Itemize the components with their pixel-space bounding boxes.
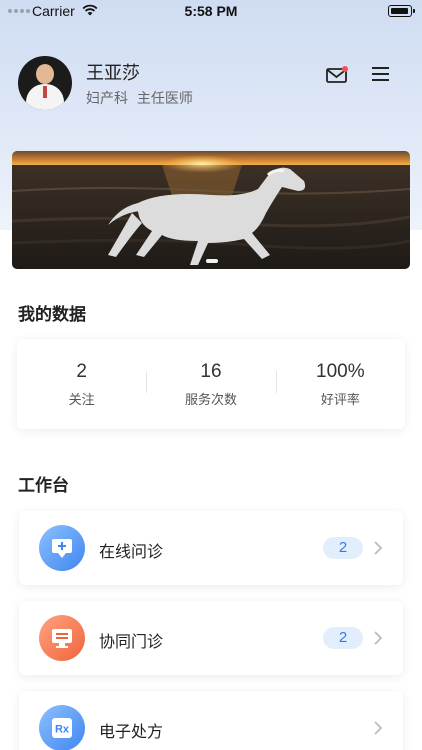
- count-badge: 2: [323, 537, 363, 559]
- carousel-indicator[interactable]: [206, 259, 218, 263]
- avatar[interactable]: [18, 56, 72, 110]
- workbench-title: 工作台: [18, 476, 69, 496]
- stat-value: 16: [200, 361, 222, 382]
- stat-service-count[interactable]: 16 服务次数: [146, 339, 275, 429]
- stats-card: 2 关注 16 服务次数 100% 好评率: [17, 339, 405, 429]
- doctor-department: 妇产科: [86, 91, 128, 107]
- mail-icon[interactable]: [326, 66, 348, 84]
- status-time: 5:58 PM: [184, 3, 238, 19]
- stat-label: 服务次数: [184, 393, 237, 408]
- stat-value: 2: [76, 361, 87, 382]
- avatar-head: [36, 64, 54, 84]
- menu-icon[interactable]: [372, 66, 390, 82]
- count-badge: 2: [323, 627, 363, 649]
- chevron-right-icon: [374, 721, 383, 735]
- doctor-title: 妇产科 主任医师: [86, 88, 193, 108]
- workbench-item-label: 协同门诊: [99, 632, 164, 651]
- banner-image: [12, 151, 410, 269]
- doctor-position: 主任医师: [136, 91, 193, 107]
- status-bar: Carrier 5:58 PM: [0, 0, 422, 24]
- avatar-tie: [43, 86, 47, 98]
- prescription-icon: Rx: [39, 705, 85, 750]
- banner-carousel[interactable]: [12, 151, 410, 269]
- chevron-right-icon: [374, 541, 383, 555]
- workbench-item-label: 在线问诊: [99, 542, 164, 561]
- stat-follow[interactable]: 2 关注: [17, 339, 146, 429]
- stat-value: 100%: [316, 361, 365, 382]
- workbench-item-prescription[interactable]: Rx 电子处方: [19, 691, 403, 750]
- online-consult-icon: [39, 525, 85, 571]
- doctor-name: 王亚莎: [86, 63, 140, 84]
- clinic-icon: [39, 615, 85, 661]
- chevron-right-icon: [374, 631, 383, 645]
- stat-label: 关注: [68, 393, 95, 408]
- workbench-item-online-consult[interactable]: 在线问诊 2: [19, 511, 403, 585]
- stat-label: 好评率: [320, 393, 360, 408]
- workbench-item-clinic[interactable]: 协同门诊 2: [19, 601, 403, 675]
- my-data-title: 我的数据: [18, 305, 86, 325]
- battery-icon: [388, 5, 415, 17]
- prescription-icon-text: Rx: [55, 724, 70, 736]
- workbench-item-label: 电子处方: [99, 722, 164, 741]
- stat-rating[interactable]: 100% 好评率: [275, 339, 405, 429]
